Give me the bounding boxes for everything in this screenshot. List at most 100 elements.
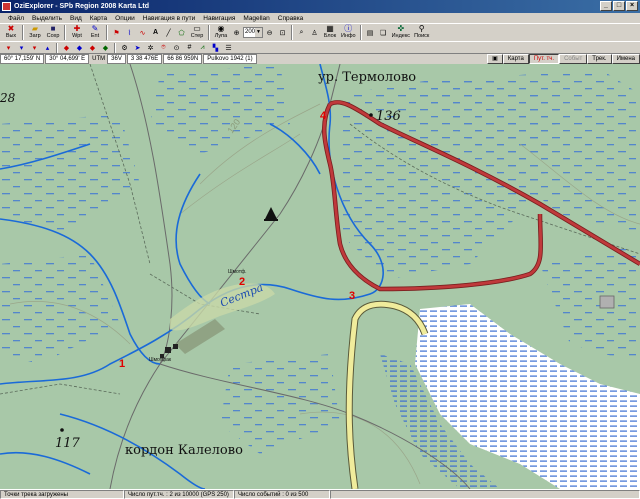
info-button[interactable]: ⓘ Инфо [339,24,358,41]
track-icon[interactable]: ∿ [136,27,149,38]
search-map-icon[interactable]: ⌕ [295,27,308,38]
lens-button[interactable]: ◉ Лупа [212,24,230,41]
utm-zone: 36V [107,54,126,64]
settings-icon[interactable]: ⚙ [118,42,131,53]
gps-track-icon[interactable]: ▾ [28,42,41,53]
tab-tracks[interactable]: Трек. [587,54,612,64]
menu-moving-map[interactable]: Навигация в пути [139,15,200,22]
index-button[interactable]: ✜ Индекс [390,24,412,41]
menu-magellan[interactable]: Magellan [239,15,273,22]
evt-toggle-icon[interactable]: ◆ [99,42,112,53]
person-icon[interactable]: ♙ [308,27,321,38]
zoom-out-icon[interactable]: ⊖ [263,27,276,38]
northing-readout: 66 86 959N [163,54,203,64]
enter-icon: ✎ [91,24,99,33]
save-button[interactable]: ■ Сохр [44,24,62,41]
menu-select[interactable]: Выделить [28,15,66,22]
maximize-button[interactable]: □ [613,1,625,11]
toolbar-separator [106,25,108,40]
search-button[interactable]: ⚲ Поиск [412,24,431,41]
elevation-point-icon [60,428,64,432]
chart-icon[interactable]: ▚ [209,42,222,53]
names-icon[interactable]: ☰ [222,42,235,53]
tab-events[interactable]: Событ [559,54,588,64]
menu-map[interactable]: Карта [86,15,111,22]
tab-track-points[interactable]: Пут. тч. [528,54,560,64]
toolbar-separator [56,42,58,53]
close-button[interactable]: × [626,1,638,11]
index-icon: ✜ [397,24,405,33]
waypoint-1[interactable]: 1 [119,358,125,370]
zoom-in-icon[interactable]: ⊕ [230,27,243,38]
grid-icon[interactable]: ▤ [364,27,377,38]
menu-file[interactable]: Файл [4,15,28,22]
status-bar: Точки трека загружены Число пут.тч. : 2 … [0,489,640,499]
secondary-toolbar: ▾ ▾ ▾ ▴ ◆ ◆ ◆ ◆ ⚙ ➤ ✲ ⌾ ⊙ # ⩘ ▚ ☰ [0,41,640,53]
load-button[interactable]: ▰ Загр [26,24,44,41]
exit-button[interactable]: ✖ Вых [2,24,20,41]
toolbar-separator [359,25,362,40]
grid-lines-icon[interactable]: # [183,42,196,53]
enter-button[interactable]: ✎ Ent [86,24,104,41]
center-icon[interactable]: ⊙ [170,42,183,53]
folder-open-icon: ▰ [31,24,39,33]
menu-options[interactable]: Опции [111,15,139,22]
zoom-select[interactable]: 200 ▼ [243,27,263,38]
clear-button[interactable]: ▭ Стер [188,24,206,41]
tab-names[interactable]: Имена [611,54,640,64]
main-toolbar: ✖ Вых ▰ Загр ■ Сохр ✚ Wpt ✎ Ent ⚑ ⌇ ∿ A … [0,23,640,41]
toolbar-separator [64,25,66,40]
label-settlement-1: Шмотф. [228,269,246,275]
menu-navigation[interactable]: Навигация [199,15,239,22]
search-icon: ⚲ [418,24,425,33]
status-message: Точки трека загружены [0,490,124,499]
map-tab-icon[interactable]: ▣ [487,54,503,64]
compass-icon[interactable]: ✲ [144,42,157,53]
waypoint-3[interactable]: 3 [349,290,355,302]
zoom-fit-icon[interactable]: ⊡ [276,27,289,38]
toolbar-separator [114,42,116,53]
label-termolovo: ур. Термолово [318,70,416,85]
longitude-readout: 30° 04,699' E [45,54,90,64]
status-waypoint-count: Число пут.тч. : 2 из 10000 (GPS 250) [124,490,234,499]
window-title: OziExplorer - SPb Region 2008 Karta Ltd [14,3,149,10]
label-kalelovo: кордон Калелово [125,443,243,458]
waypoint-button[interactable]: ✚ Wpt [68,24,86,41]
gps-route-icon[interactable]: ▾ [15,42,28,53]
profile-icon[interactable]: ⩘ [196,42,209,53]
eraser-icon: ▭ [193,24,201,33]
gps-upload-icon[interactable]: ▴ [41,42,54,53]
toolbar-separator [291,25,293,40]
text-icon[interactable]: A [149,27,162,38]
route-icon[interactable]: ⌇ [123,27,136,38]
toolbar-separator [22,25,24,40]
layers-icon[interactable]: ❏ [377,27,390,38]
coordinate-bar: 60° 17,159' N 30° 04,699' E UTM 36V 3 38… [0,53,640,64]
menu-help[interactable]: Справка [274,15,308,22]
block-button[interactable]: ▦ Блок [321,24,339,41]
utm-label: UTM [92,56,106,62]
elevation-point-icon [369,113,373,117]
exit-icon: ✖ [7,24,15,33]
rte-toggle-icon[interactable]: ◆ [73,42,86,53]
waypoint-4[interactable]: 4 [320,110,327,122]
datum-readout: Pulkovo 1942 (1) [203,54,257,64]
latitude-readout: 60° 17,159' N [0,54,45,64]
poly-icon[interactable]: ⬠ [175,27,188,38]
navigate-icon[interactable]: ➤ [131,42,144,53]
trk-toggle-icon[interactable]: ◆ [86,42,99,53]
wpt-toggle-icon[interactable]: ◆ [60,42,73,53]
tab-map[interactable]: Карта [502,54,529,64]
map-view[interactable]: ур. Термолово 136 117 кордон Калелово Се… [0,64,640,489]
gps-connect-icon[interactable]: ⌾ [157,42,170,53]
flag-icon[interactable]: ⚑ [110,27,123,38]
magnifier-icon: ◉ [217,24,225,33]
gps-waypoint-icon[interactable]: ▾ [2,42,15,53]
waypoint-icon: ✚ [73,24,81,33]
menu-view[interactable]: Вид [66,15,86,22]
waypoint-2[interactable]: 2 [239,276,245,288]
save-icon: ■ [50,24,56,33]
line-icon[interactable]: ╱ [162,27,175,38]
minimize-button[interactable]: _ [600,1,612,11]
map-canvas[interactable]: ур. Термолово 136 117 кордон Калелово Се… [0,64,640,489]
